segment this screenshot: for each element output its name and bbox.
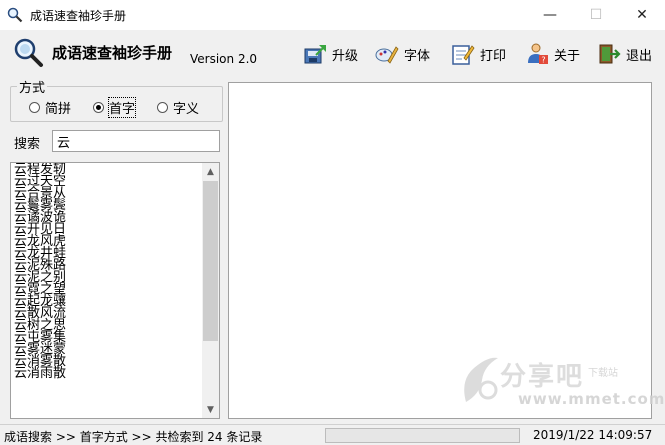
mode-group-label: 方式 (17, 77, 48, 96)
watermark-url: www.mmet.com (518, 390, 665, 408)
window-title: 成语速查袖珍手册 (30, 8, 127, 23)
exit-label: 退出 (626, 48, 653, 64)
print-label: 打印 (480, 48, 507, 64)
version-label: Version 2.0 (190, 52, 258, 66)
radio-label: 字义 (173, 102, 200, 117)
watermark-main: 分享吧 (500, 362, 585, 392)
status-time: 2019/1/22 14:09:57 (533, 428, 653, 442)
close-button[interactable]: ✕ (619, 0, 665, 30)
radio-jianpin[interactable]: 简拼 (29, 98, 71, 117)
vertical-scrollbar[interactable]: ▲ ▼ (202, 163, 219, 418)
exit-button[interactable]: 退出 (596, 40, 652, 68)
radio-dot (157, 102, 168, 113)
font-icon (374, 41, 400, 67)
radio-dot-checked (93, 102, 104, 113)
status-bar: 成语搜索 >> 首字方式 >> 共检索到 24 条记录 2019/1/22 14… (0, 424, 665, 445)
exit-icon (596, 41, 622, 67)
list-item[interactable]: 云消雨散 (14, 367, 202, 380)
title-bar: 成语速查袖珍手册 — ☐ ✕ (0, 0, 665, 30)
maximize-button[interactable]: ☐ (573, 0, 619, 30)
upgrade-label: 升级 (332, 48, 359, 64)
watermark-sub: 下载站 (588, 368, 618, 379)
print-icon (450, 41, 476, 67)
toolbar: 成语速查袖珍手册 Version 2.0 升级 字体 打印 ? 关于 退出 (0, 30, 665, 80)
magnifier-logo-icon (12, 36, 44, 68)
upgrade-icon (302, 41, 328, 67)
search-label: 搜索 (14, 137, 41, 152)
chevron-up-icon[interactable]: ▲ (202, 163, 219, 180)
font-button[interactable]: 字体 (374, 40, 430, 68)
radio-shouzi[interactable]: 首字 (93, 97, 137, 118)
search-input[interactable] (52, 130, 220, 152)
svg-text:?: ? (541, 56, 545, 65)
chevron-down-icon[interactable]: ▼ (202, 401, 219, 418)
status-progress (325, 428, 520, 443)
radio-dot (29, 102, 40, 113)
about-label: 关于 (554, 48, 581, 64)
results-items: 云程发轫 云过天空 云合景从 云鬟雾鬓 云谲波诡 云开见日 云龙风虎 云龙井蛙 云泥殊路 云泥之别… (14, 163, 202, 380)
about-icon: ? (524, 41, 550, 67)
radio-label: 简拼 (45, 102, 72, 117)
upgrade-button[interactable]: 升级 (302, 40, 358, 68)
font-label: 字体 (404, 48, 431, 64)
about-button[interactable]: ? 关于 (524, 40, 580, 68)
minimize-button[interactable]: — (527, 0, 573, 30)
print-button[interactable]: 打印 (450, 40, 506, 68)
radio-label: 首字 (107, 97, 137, 118)
watermark-logo: 分享吧 下载站 www.mmet.com (458, 350, 664, 420)
magnifier-icon (6, 6, 24, 24)
app-name: 成语速查袖珍手册 (52, 44, 173, 62)
scrollbar-thumb[interactable] (203, 181, 218, 341)
status-text: 成语搜索 >> 首字方式 >> 共检索到 24 条记录 (4, 430, 263, 444)
radio-ziyi[interactable]: 字义 (157, 98, 199, 117)
results-list[interactable]: 云程发轫 云过天空 云合景从 云鬟雾鬓 云谲波诡 云开见日 云龙风虎 云龙井蛙 云泥殊路 云泥之别… (10, 162, 220, 419)
mode-group: 方式 简拼 首字 字义 (10, 77, 223, 122)
